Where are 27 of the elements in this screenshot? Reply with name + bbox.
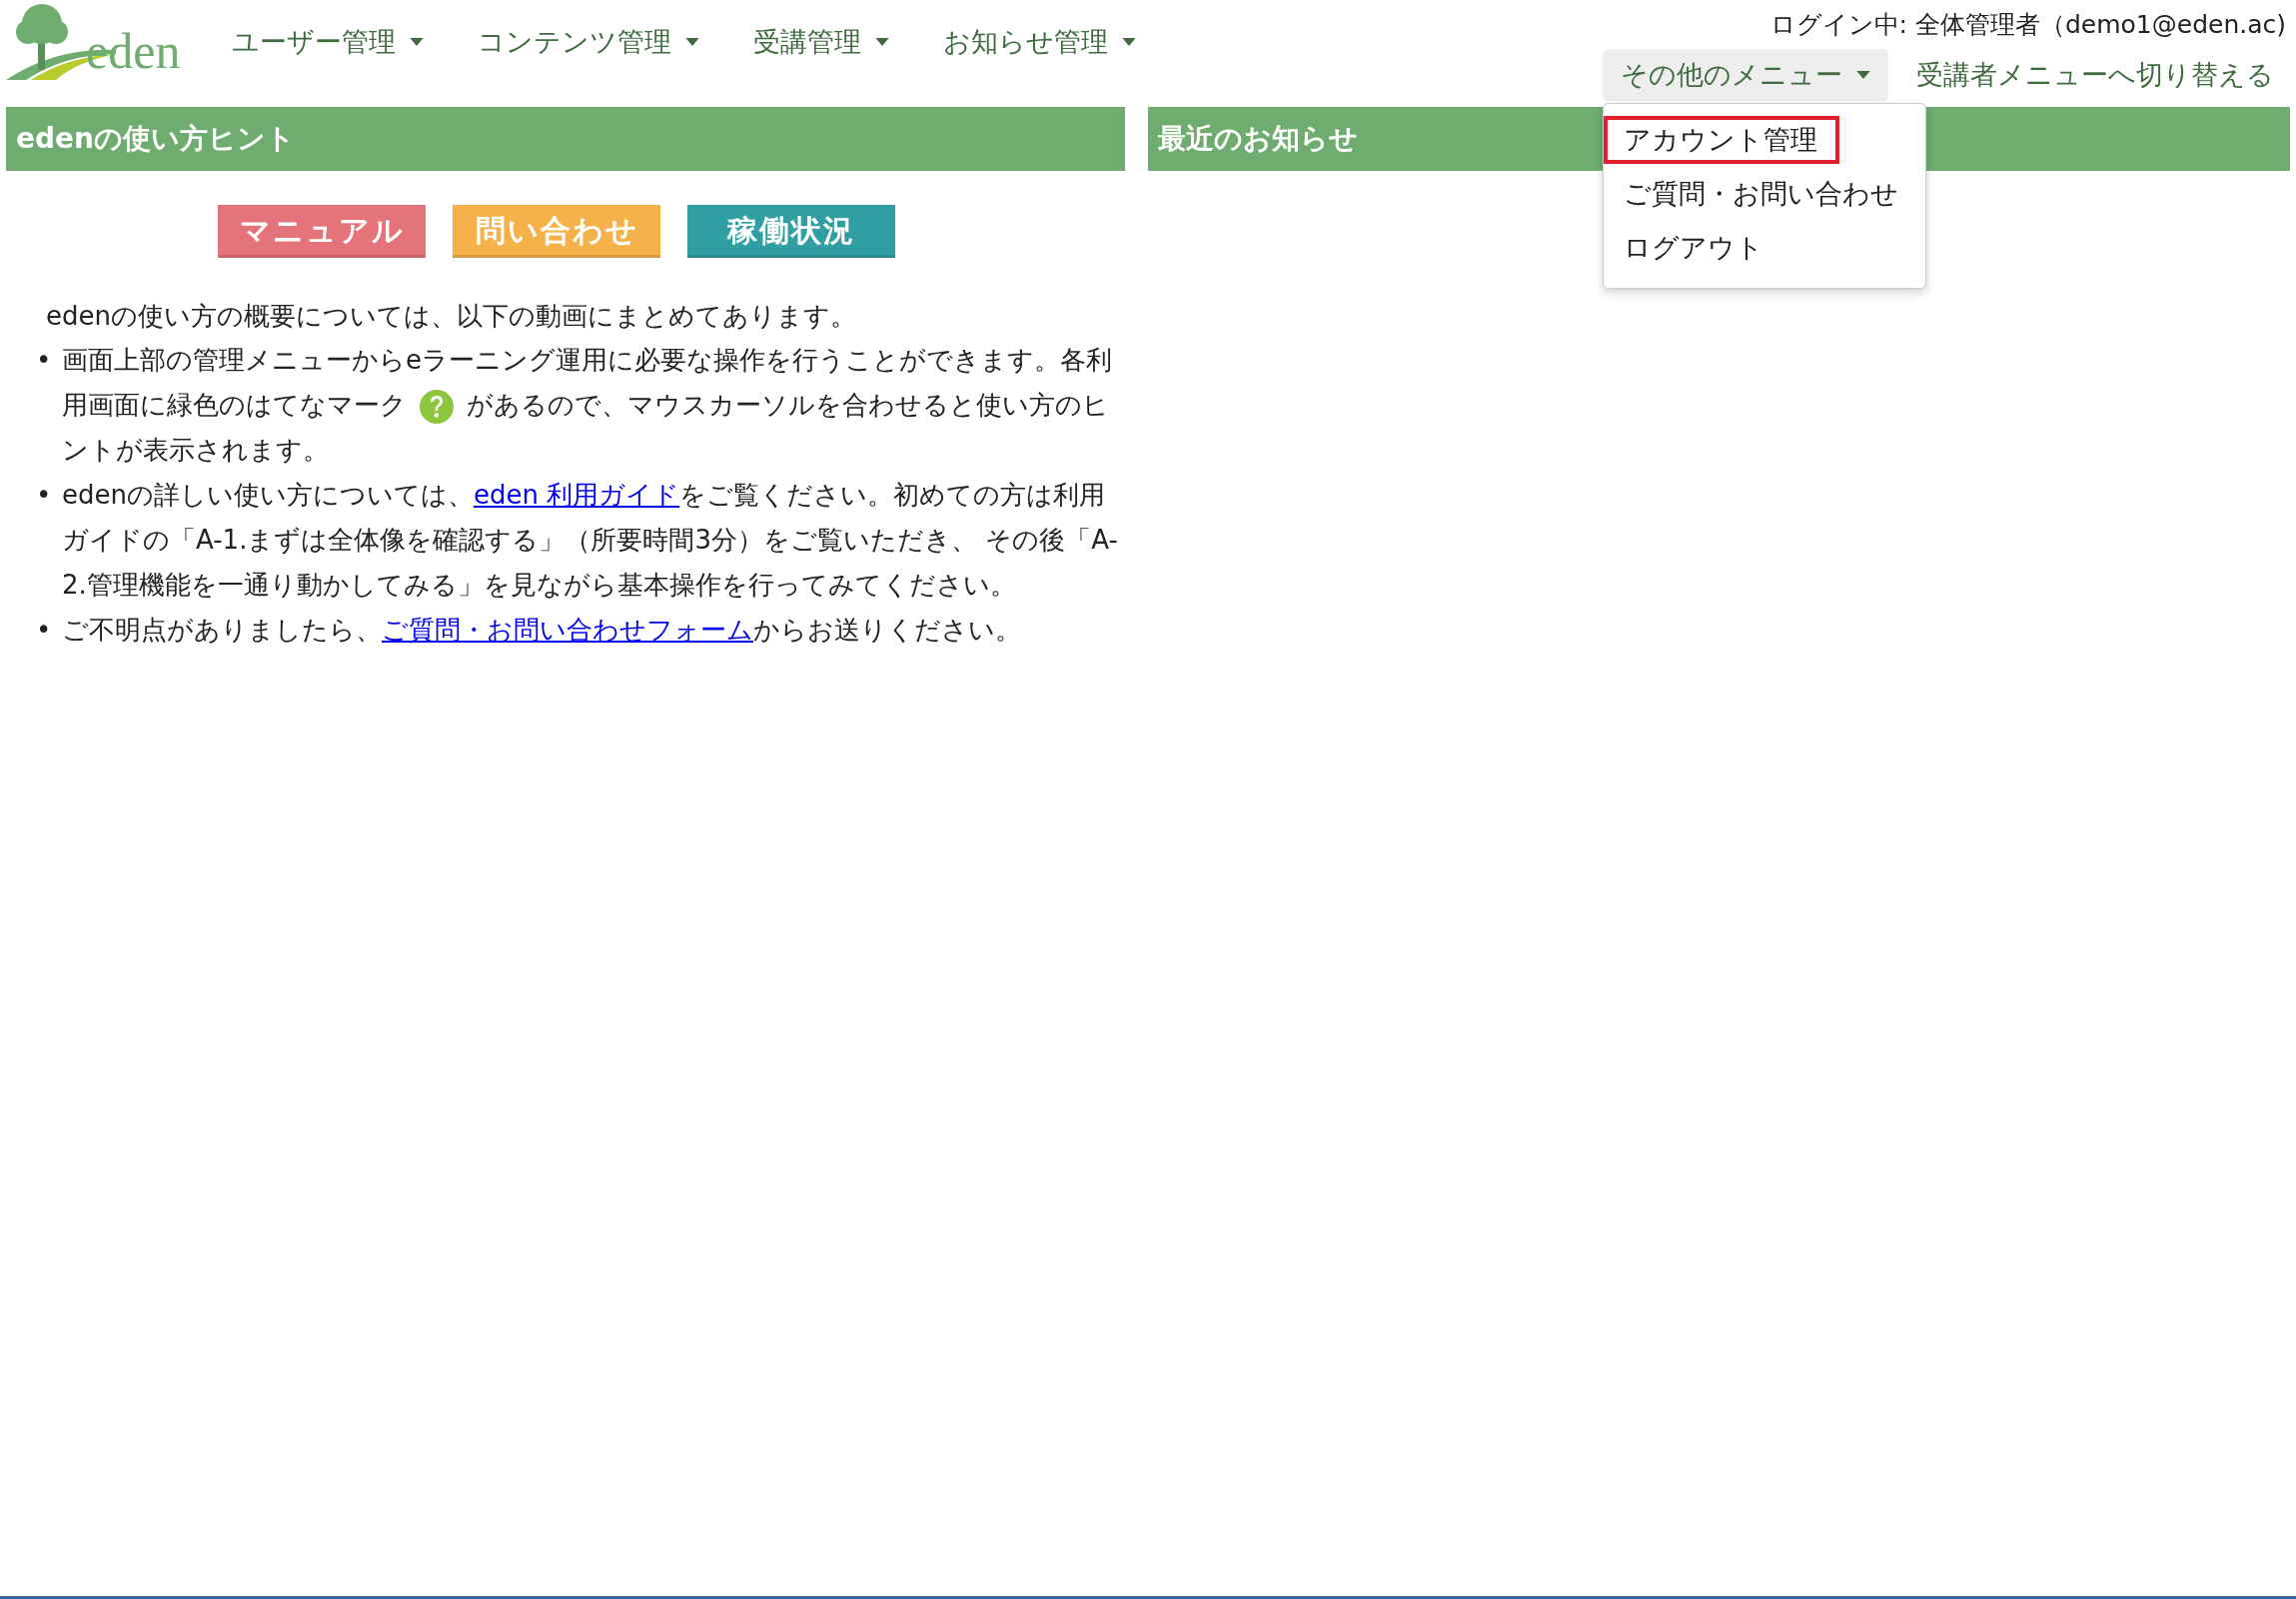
nav-menu[interactable]: コンテンツ管理 (478, 24, 699, 60)
intro-text: edenの使い方の概要については、以下の動画にまとめてあります。 (46, 300, 857, 333)
hint-item: 画面上部の管理メニューからeラーニング運用に必要な操作を行うことができます。各利用画面に緑色のはてなマーク があるので、マウスカーソルを合わせると使い方のヒントが表示されます。 (62, 344, 1113, 467)
caret-icon (685, 38, 699, 46)
bullet-mark: • (36, 344, 53, 377)
switch-link[interactable]: 受講者メニューへ切り替える (1916, 57, 2274, 93)
menu-item[interactable]: ログアウト (1604, 224, 1785, 272)
menu-item[interactable]: アカウント管理 (1604, 116, 1839, 164)
caret-icon (1856, 71, 1870, 79)
nav-menu[interactable]: お知らせ管理 (943, 24, 1136, 60)
menu-item[interactable]: ご質問・お問い合わせ (1604, 170, 1920, 218)
caret-icon (875, 38, 889, 46)
hint-item: ご不明点がありましたら、ご質問・お問い合わせフォームからお送りください。 (62, 614, 1022, 647)
bullet-mark: • (36, 614, 53, 647)
nav-menu[interactable]: ユーザー管理 (232, 24, 424, 60)
panel-header: edenの使い方ヒント (6, 107, 1125, 171)
hint-item: edenの詳しい使い方については、eden 利用ガイド をご覧ください。初めての方は利用ガイドの「A-1.まずは全体像を確認する」（所要時間3分）をご覧いただき、 その後「A-2.管理機能を一通り動かしてみる」を見ながら基本操作を行ってみてください。 (62, 479, 1119, 602)
guide-link[interactable]: ご質問・お問い合わせフォーム (382, 615, 753, 645)
other-menu-button[interactable]: その他のメニュー (1603, 49, 1888, 101)
caret-icon (1122, 38, 1136, 46)
caret-icon (410, 38, 424, 46)
bullet-mark: • (36, 479, 53, 512)
nav-menu[interactable]: 受講管理 (753, 24, 889, 60)
banner-button[interactable]: 稼働状況 (687, 205, 895, 258)
help-icon (419, 388, 455, 425)
login-status: ログイン中: 全体管理者（demo1@eden.ac) (1769, 9, 2286, 41)
guide-link[interactable]: eden 利用ガイド (474, 480, 680, 510)
